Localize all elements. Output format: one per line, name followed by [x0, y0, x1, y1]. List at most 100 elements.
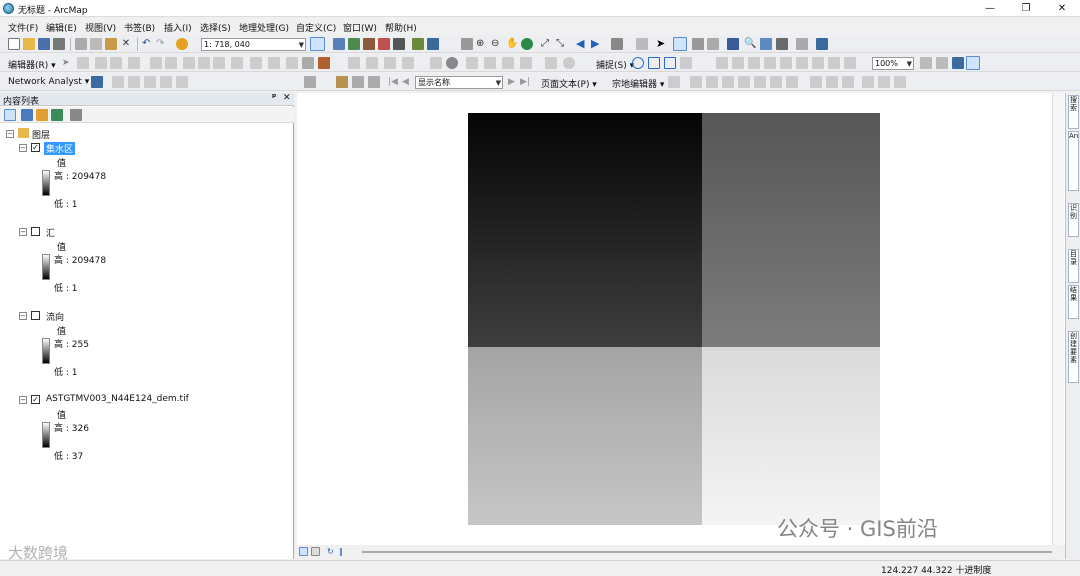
python-window-icon[interactable]	[393, 38, 405, 50]
search-tab[interactable]: 搜索	[1068, 95, 1079, 129]
undo-icon[interactable]: ↶	[142, 38, 154, 50]
hyperlink-icon[interactable]	[692, 38, 704, 50]
snapping-menu-button[interactable]: 捕捉(S) ▾	[596, 58, 634, 71]
list-by-source-icon[interactable]	[21, 109, 33, 121]
measure-icon[interactable]	[727, 38, 739, 50]
forward-extent-icon[interactable]: ▶	[591, 38, 603, 50]
focus-frame-icon[interactable]	[936, 57, 948, 69]
minimize-button[interactable]: —	[972, 0, 1008, 17]
label-priority-icon[interactable]	[764, 57, 776, 69]
time-slider-icon[interactable]	[776, 38, 788, 50]
results-tab[interactable]: 结果	[1068, 285, 1079, 319]
end-snapping-icon[interactable]	[648, 57, 660, 69]
delete-icon[interactable]: ✕	[120, 38, 132, 50]
menu-windows[interactable]: 窗口(W)	[343, 21, 377, 34]
fixed-zoom-out-icon[interactable]: ⤡	[556, 38, 568, 50]
clear-selection-icon[interactable]	[636, 38, 648, 50]
layer-visibility-checkbox[interactable]: ✓	[31, 143, 40, 152]
snap-tool-icon[interactable]	[348, 57, 360, 69]
select-elements-icon[interactable]: ➤	[656, 38, 668, 50]
first-page-icon[interactable]: |◀	[388, 76, 400, 88]
html-popup-icon[interactable]	[707, 38, 719, 50]
label-manager-icon[interactable]	[748, 57, 760, 69]
parcel-lines-icon[interactable]	[706, 76, 718, 88]
change-layout-icon[interactable]	[952, 57, 964, 69]
freehand-icon[interactable]	[502, 57, 514, 69]
toc-close-icon[interactable]: ✕	[283, 93, 291, 103]
catalog-tab[interactable]: 目录	[1068, 249, 1079, 283]
parcel-divide-icon[interactable]	[770, 76, 782, 88]
find-icon[interactable]: 🔍	[744, 38, 756, 50]
network-analyst-window-icon[interactable]	[91, 76, 103, 88]
copy-icon[interactable]	[90, 38, 102, 50]
zoom-whole-page-icon[interactable]	[828, 57, 840, 69]
label-icon[interactable]	[716, 57, 728, 69]
previous-page-icon[interactable]: ◀	[402, 76, 414, 88]
vertex-icon[interactable]	[402, 57, 414, 69]
map-scale-dropdown[interactable]: 1: 718, 040 ▼	[201, 38, 306, 51]
select-features-icon[interactable]	[611, 38, 623, 50]
arctoolbox-tab[interactable]: ArcToolbox	[1068, 131, 1079, 191]
display-name-dropdown[interactable]: 显示名称 ▼	[415, 76, 503, 89]
menu-insert[interactable]: 插入(I)	[164, 21, 192, 34]
parcel-editor-menu[interactable]: 宗地编辑器 ▾	[612, 77, 664, 90]
zoom-percent-dropdown[interactable]: 100% ▼	[872, 57, 914, 70]
georeferencing-icon[interactable]	[304, 76, 316, 88]
data-frame-icon[interactable]	[352, 76, 364, 88]
save-icon[interactable]	[38, 38, 50, 50]
select-network-location-icon[interactable]	[128, 76, 140, 88]
edit-vertices-icon[interactable]	[150, 57, 162, 69]
menu-file[interactable]: 文件(F)	[8, 21, 38, 34]
label-weight-icon[interactable]	[780, 57, 792, 69]
reshape-icon[interactable]	[165, 57, 177, 69]
create-network-location-icon[interactable]	[112, 76, 124, 88]
modelbuilder-icon[interactable]	[412, 38, 424, 50]
toggle-draft-icon[interactable]	[920, 57, 932, 69]
menu-edit[interactable]: 编辑(E)	[46, 21, 77, 34]
menu-view[interactable]: 视图(V)	[85, 21, 116, 34]
parcel-copy-icon[interactable]	[786, 76, 798, 88]
layer-collapse-icon[interactable]: −	[19, 396, 27, 404]
lock-label-icon[interactable]	[732, 57, 744, 69]
split-icon[interactable]	[198, 57, 210, 69]
horizontal-scrollbar[interactable]	[362, 551, 1052, 553]
end-point-arc-icon[interactable]	[110, 57, 122, 69]
midpoint-icon[interactable]	[366, 57, 378, 69]
menu-customize[interactable]: 自定义(C)	[296, 21, 336, 34]
union-icon[interactable]	[563, 57, 575, 69]
layer-collapse-icon[interactable]: −	[19, 312, 27, 320]
page-setup-icon[interactable]	[336, 76, 348, 88]
parcel-points-icon[interactable]	[826, 76, 838, 88]
layer-name[interactable]: ASTGTMV003_N44E124_dem.tif	[46, 394, 189, 404]
merge-icon[interactable]	[545, 57, 557, 69]
zoom-out-icon[interactable]: ⊖	[491, 38, 503, 50]
go-to-xy-icon[interactable]	[461, 38, 473, 50]
layout-view-icon[interactable]	[311, 547, 320, 556]
arctoolbox-icon[interactable]	[378, 38, 390, 50]
square-tool-icon[interactable]	[466, 57, 478, 69]
new-document-icon[interactable]	[8, 38, 20, 50]
trace-icon[interactable]	[128, 57, 140, 69]
close-button[interactable]: ✕	[1044, 0, 1080, 17]
layer-name[interactable]: 流向	[46, 310, 64, 323]
edit-tool-icon[interactable]: ➤	[62, 57, 74, 69]
back-extent-icon[interactable]: ◀	[576, 38, 588, 50]
solve-icon[interactable]	[144, 76, 156, 88]
layer-name-selected[interactable]: 集水区	[44, 142, 76, 155]
network-analyst-menu[interactable]: Network Analyst ▾	[8, 77, 89, 87]
edit-annotation-icon[interactable]	[77, 57, 89, 69]
identify-tab[interactable]: 识别	[1068, 203, 1079, 237]
parcel-plans-icon[interactable]	[810, 76, 822, 88]
cut-icon[interactable]	[75, 38, 87, 50]
print-icon[interactable]	[53, 38, 65, 50]
layer-visibility-checkbox[interactable]	[31, 311, 40, 320]
zoom-100-icon[interactable]	[844, 57, 856, 69]
root-layer-group[interactable]: 图层	[32, 128, 50, 141]
menu-bookmarks[interactable]: 书签(B)	[124, 21, 155, 34]
catalog-window-icon[interactable]	[816, 38, 828, 50]
menu-geoprocessing[interactable]: 地理处理(G)	[239, 21, 289, 34]
layer-collapse-icon[interactable]: −	[19, 144, 27, 152]
sketch-properties-icon[interactable]	[250, 57, 262, 69]
parcel-list-icon[interactable]	[894, 76, 906, 88]
map-vertical-scrollbar[interactable]	[1052, 93, 1064, 545]
